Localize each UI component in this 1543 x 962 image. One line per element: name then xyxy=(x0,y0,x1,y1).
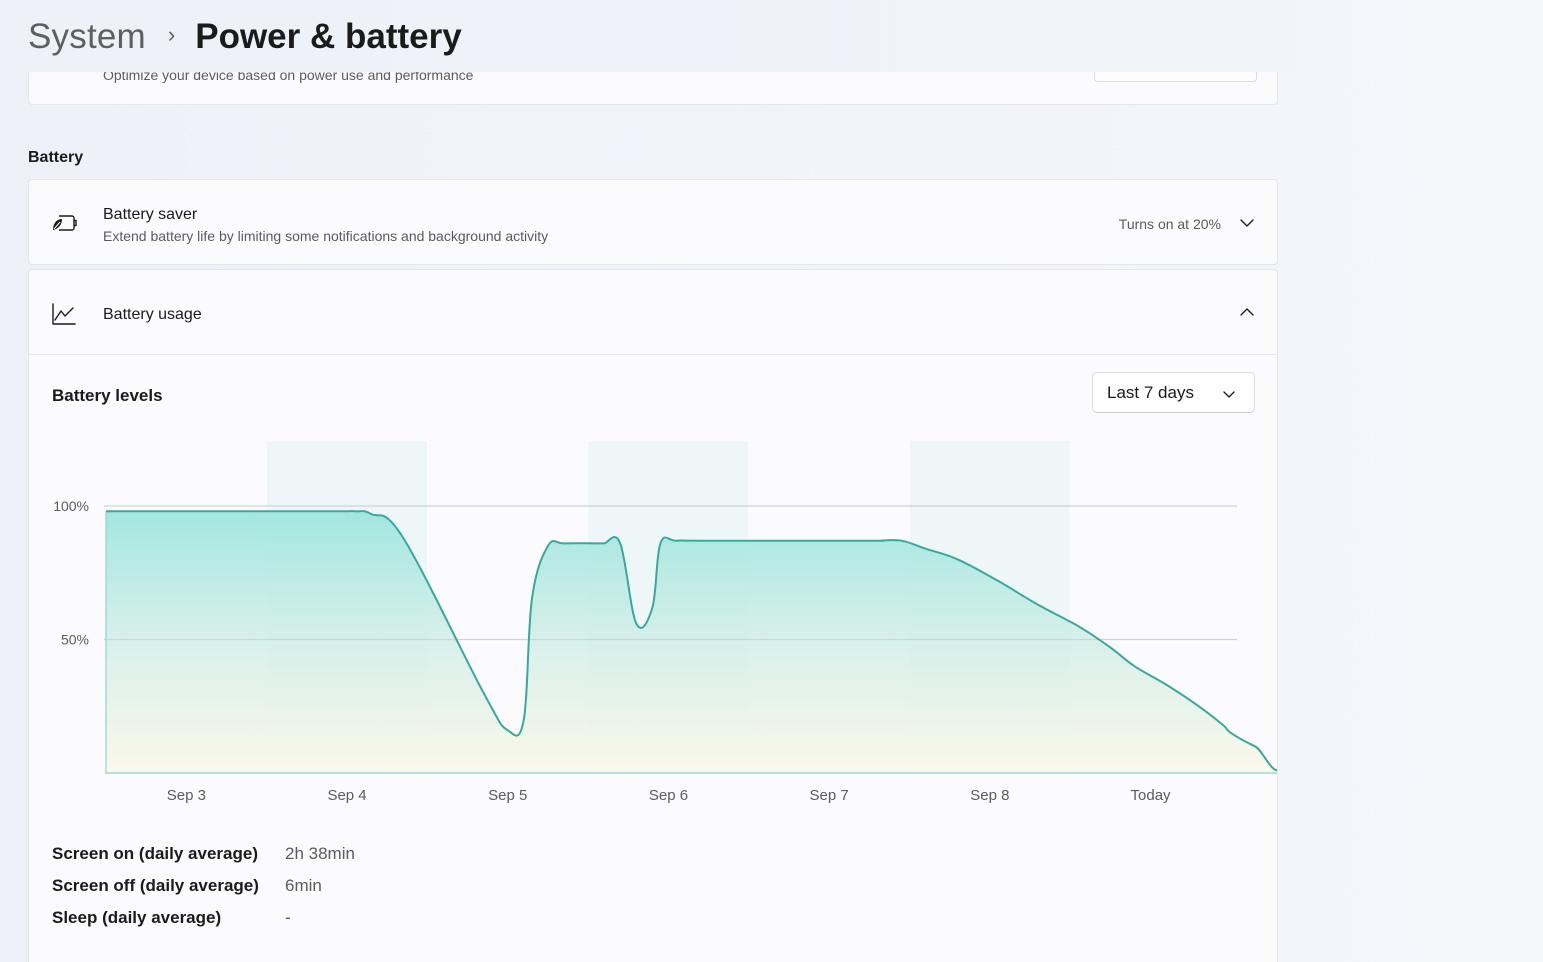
stat-value: 6min xyxy=(285,876,322,895)
stat-screen-on: Screen on (daily average) 2h 38min xyxy=(52,838,355,870)
breadcrumb: System › Power & battery xyxy=(28,12,462,62)
breadcrumb-separator: › xyxy=(167,22,176,47)
battery-usage-panel: Battery usage Battery levels Last 7 days… xyxy=(28,269,1278,962)
battery-saver-threshold: Turns on at 20% xyxy=(1118,216,1221,232)
stat-label: Sleep (daily average) xyxy=(52,908,222,927)
x-tick-label: Sep 5 xyxy=(488,787,527,804)
stat-value: 2h 38min xyxy=(285,844,355,863)
breadcrumb-system-link[interactable]: System xyxy=(28,17,146,57)
x-tick-label: Sep 8 xyxy=(970,787,1009,804)
battery-saver-row[interactable]: Battery saver Extend battery life by lim… xyxy=(28,179,1278,265)
stat-value: - xyxy=(285,908,291,927)
battery-saver-icon xyxy=(51,210,77,236)
x-tick-label: Sep 6 xyxy=(649,787,688,804)
battery-levels-chart: 100% 50% Sep 3 Sep 4 Sep 5 Sep 6 Sep 7 Sep 8 Tod… xyxy=(53,441,1277,804)
stat-sleep: Sleep (daily average) - xyxy=(52,902,355,934)
battery-saver-title: Battery saver xyxy=(103,206,198,223)
y-tick-label: 100% xyxy=(53,498,89,514)
chevron-down-icon[interactable] xyxy=(1239,215,1255,231)
x-tick-label: Sep 7 xyxy=(810,787,849,804)
battery-section-heading: Battery xyxy=(28,149,84,166)
stat-screen-off: Screen off (daily average) 6min xyxy=(52,870,355,902)
battery-saver-subtitle: Extend battery life by limiting some not… xyxy=(103,228,549,244)
usage-stats: Screen on (daily average) 2h 38min Scree… xyxy=(52,838,355,934)
stat-label: Screen off (daily average) xyxy=(52,876,259,895)
y-tick-label: 50% xyxy=(61,632,89,648)
x-tick-label: Today xyxy=(1131,787,1172,804)
stat-label: Screen on (daily average) xyxy=(52,844,258,863)
page-title: Power & battery xyxy=(195,17,462,56)
x-tick-label: Sep 4 xyxy=(327,787,366,804)
x-tick-label: Sep 3 xyxy=(167,787,206,804)
